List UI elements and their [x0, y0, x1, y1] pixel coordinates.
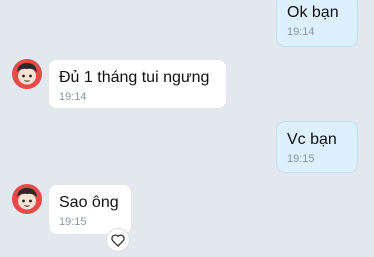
message-bubble-outgoing[interactable]: Ok bạn 19:14	[276, 0, 358, 47]
message-bubble-outgoing[interactable]: Vc bạn 19:15	[276, 121, 358, 173]
user-avatar-icon[interactable]	[12, 184, 42, 214]
message-timestamp: 19:14	[59, 91, 87, 103]
message-timestamp: 19:14	[287, 26, 315, 38]
message-text: Sao ông	[59, 194, 119, 211]
user-avatar-icon[interactable]	[12, 59, 42, 89]
message-text: Đủ 1 tháng tui ngưng	[59, 69, 210, 86]
message-timestamp: 19:15	[287, 153, 315, 165]
message-bubble-incoming[interactable]: Đủ 1 tháng tui ngưng 19:14	[48, 59, 227, 109]
message-timestamp: 19:15	[59, 216, 87, 228]
message-text: Vc bạn	[287, 131, 337, 148]
react-button[interactable]	[106, 228, 130, 252]
heart-outline-icon	[111, 233, 125, 247]
message-text: Ok bạn	[287, 4, 339, 21]
